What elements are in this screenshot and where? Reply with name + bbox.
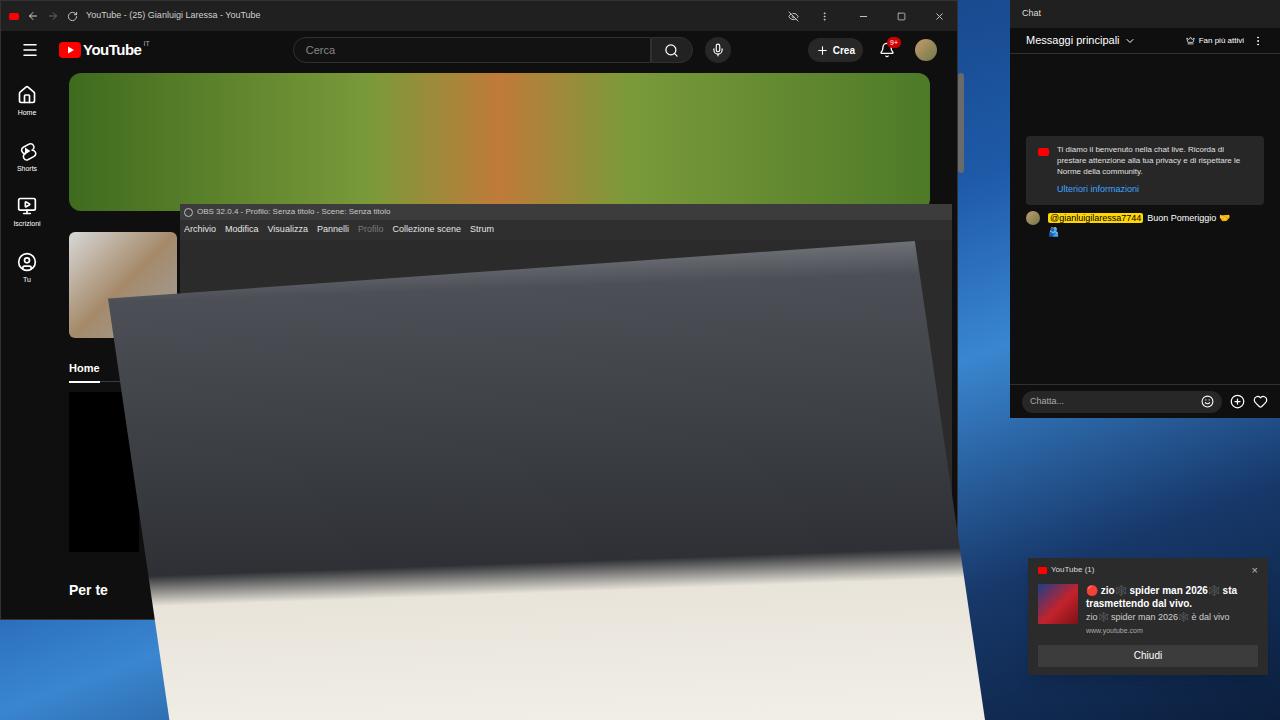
- chat-message: @gianluigilaressa7744Buon Pomeriggio 🤝🫂: [1026, 211, 1264, 239]
- account-avatar[interactable]: [915, 39, 937, 61]
- sidebar-label: Home: [18, 108, 37, 119]
- obs-menu-item[interactable]: Strum: [470, 223, 494, 237]
- menu-icon[interactable]: [819, 11, 830, 22]
- message-avatar: [1026, 211, 1040, 225]
- chat-body: Ti diamo il benvenuto nella chat live. R…: [1010, 54, 1280, 384]
- browser-title: YouTube - (25) Gianluigi Laressa - YouTu…: [86, 9, 261, 23]
- obs-menu-item[interactable]: Profilo: [358, 223, 384, 237]
- channel-banner: [69, 73, 930, 211]
- obs-logo-icon: [184, 208, 193, 217]
- chat-window: Chat Messaggi principali Fan più attivi Ti …: [1010, 0, 1280, 418]
- app-icon: [1038, 567, 1047, 574]
- hamburger-icon[interactable]: [21, 41, 39, 59]
- user-icon: [17, 252, 37, 272]
- search-field[interactable]: Cerca: [293, 37, 651, 63]
- notification-source: www.youtube.com: [1086, 626, 1258, 637]
- notification-header: YouTube (1) ×: [1038, 564, 1258, 576]
- subscriptions-icon: [17, 196, 37, 216]
- browser-title-bar: YouTube - (25) Gianluigi Laressa - YouTu…: [1, 1, 957, 31]
- obs-menu-bar: Archivio Modifica Visualizza Pannelli Profil…: [180, 220, 952, 240]
- youtube-favicon-icon: [9, 13, 19, 20]
- welcome-link[interactable]: Ulteriori informazioni: [1057, 183, 1252, 197]
- region-code: IT: [143, 39, 149, 50]
- chat-input-placeholder: Chatta...: [1030, 395, 1201, 409]
- sidebar: Home Shorts Iscrizioni Tu: [1, 73, 53, 619]
- sidebar-item[interactable]: Shorts: [1, 137, 53, 179]
- chat-input[interactable]: Chatta...: [1022, 391, 1222, 413]
- youtube-logo-icon: [59, 42, 81, 58]
- obs-menu-item[interactable]: Collezione scene: [392, 223, 461, 237]
- youtube-small-icon: [1038, 148, 1049, 156]
- shorts-icon: [17, 141, 37, 161]
- chat-filter[interactable]: Messaggi principali: [1026, 32, 1136, 49]
- search-placeholder: Cerca: [306, 42, 335, 59]
- obs-menu-item[interactable]: Modifica: [225, 223, 259, 237]
- mic-icon: [711, 43, 725, 57]
- search-icon: [664, 43, 679, 58]
- obs-title: OBS 32.0.4 - Profilo: Senza titolo - Sce…: [197, 206, 390, 218]
- chevron-down-icon: [1124, 35, 1136, 47]
- notification-thumbnail: [1038, 584, 1078, 624]
- minimize-icon[interactable]: [858, 11, 869, 22]
- create-button[interactable]: Crea: [808, 38, 863, 62]
- home-icon: [17, 85, 37, 105]
- notification-close[interactable]: ×: [1252, 565, 1258, 576]
- chat-input-row: Chatta...: [1010, 384, 1280, 418]
- voice-search-button[interactable]: [705, 37, 731, 63]
- obs-menu-item[interactable]: Pannelli: [317, 223, 349, 237]
- create-label: Crea: [833, 43, 855, 58]
- youtube-header: YouTubeIT Cerca Crea 9+: [1, 35, 957, 65]
- crown-icon: [1186, 36, 1195, 45]
- sidebar-label: Shorts: [17, 164, 37, 175]
- add-icon[interactable]: [1230, 394, 1245, 409]
- youtube-logo[interactable]: YouTubeIT: [59, 39, 150, 62]
- emoji-icon[interactable]: [1201, 395, 1214, 408]
- back-icon[interactable]: [27, 10, 39, 22]
- heart-icon[interactable]: [1253, 394, 1268, 409]
- channel-tab[interactable]: Home: [69, 360, 100, 383]
- notification-toast: YouTube (1) × 🔴 zio🕸️ spider man 2026🕸️ st…: [1028, 558, 1268, 675]
- notifications-button[interactable]: 9+: [879, 42, 895, 58]
- sidebar-item[interactable]: Tu: [1, 248, 53, 290]
- webcam-video: [108, 241, 985, 720]
- notification-app: YouTube (1): [1051, 564, 1094, 576]
- hide-icon[interactable]: [788, 11, 799, 22]
- notification-button[interactable]: Chiudi: [1038, 645, 1258, 667]
- obs-title-bar: OBS 32.0.4 - Profilo: Senza titolo - Sce…: [180, 204, 952, 220]
- message-author[interactable]: @gianluigilaressa7744: [1048, 213, 1143, 223]
- scrollbar[interactable]: [958, 73, 964, 619]
- chat-header: Messaggi principali Fan più attivi: [1010, 28, 1280, 54]
- chat-title: Chat: [1022, 7, 1041, 21]
- logo-text: YouTube: [83, 39, 141, 62]
- maximize-icon[interactable]: [897, 12, 906, 21]
- sidebar-label: Iscrizioni: [13, 219, 40, 230]
- sidebar-item[interactable]: Iscrizioni: [1, 192, 53, 234]
- plus-icon: [816, 44, 829, 57]
- notification-button-label: Chiudi: [1134, 648, 1162, 663]
- sidebar-item[interactable]: Home: [1, 81, 53, 123]
- search-button[interactable]: [651, 37, 693, 63]
- sidebar-label: Tu: [23, 275, 31, 286]
- notification-body: zio🕸️ spider man 2026🕸️ è dal vivo: [1086, 611, 1258, 623]
- chat-title-bar: Chat: [1010, 0, 1280, 28]
- obs-menu-item[interactable]: Visualizza: [268, 223, 308, 237]
- forward-icon[interactable]: [47, 10, 59, 22]
- desktop: YouTube - (25) Gianluigi Laressa - YouTu…: [0, 0, 1280, 720]
- notifications-badge: 9+: [887, 37, 901, 48]
- reload-icon[interactable]: [67, 11, 78, 22]
- close-icon[interactable]: [934, 11, 945, 22]
- obs-menu-item[interactable]: Archivio: [184, 223, 216, 237]
- top-fans-button[interactable]: Fan più attivi: [1186, 35, 1244, 47]
- welcome-text: Ti diamo il benvenuto nella chat live. R…: [1057, 144, 1252, 177]
- chat-menu-icon[interactable]: [1252, 35, 1264, 47]
- notification-title: 🔴 zio🕸️ spider man 2026🕸️ sta trasmetten…: [1086, 584, 1258, 610]
- welcome-card: Ti diamo il benvenuto nella chat live. R…: [1026, 136, 1264, 205]
